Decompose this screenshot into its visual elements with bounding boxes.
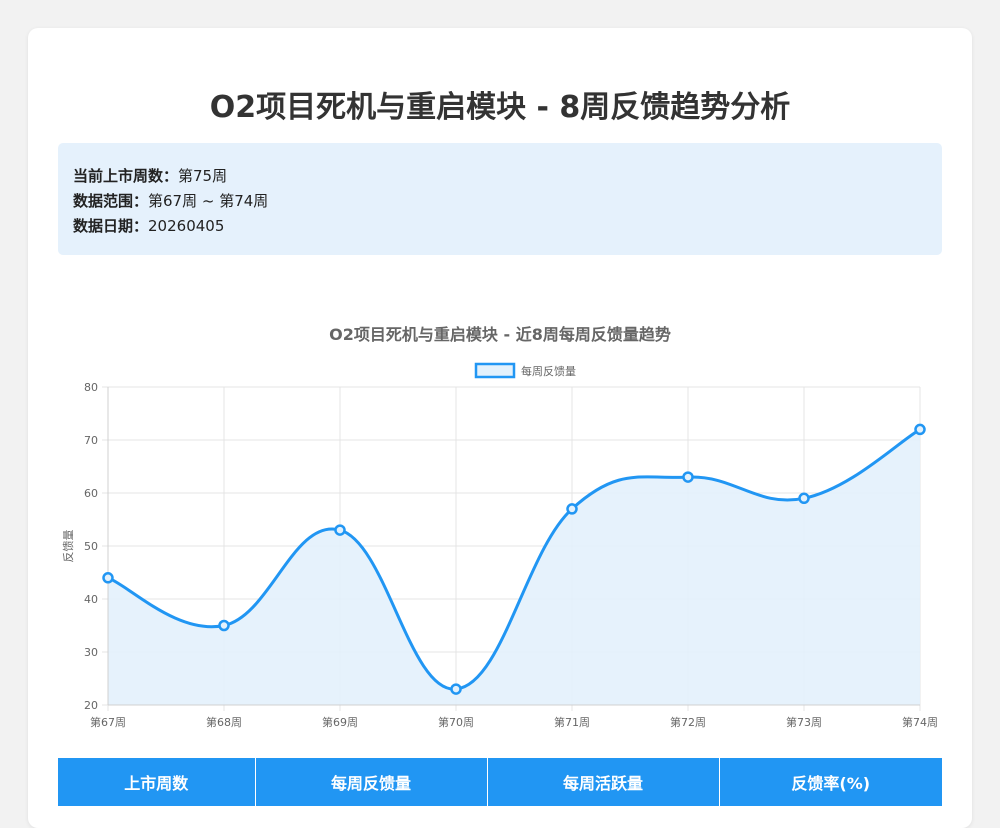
page-title: O2项目死机与重启模块 - 8周反馈趋势分析 <box>209 90 791 125</box>
data-point <box>450 683 462 695</box>
x-tick-label: 第74周 <box>902 715 938 729</box>
y-tick-label: 30 <box>84 646 98 659</box>
data-point <box>334 524 346 536</box>
y-axis-label: 反馈量 <box>62 530 75 563</box>
data-point <box>218 619 230 632</box>
y-tick-label: 20 <box>84 699 98 712</box>
table-header-week[interactable]: 上市周数 <box>58 758 256 806</box>
y-tick-label: 70 <box>84 434 98 447</box>
data-point <box>798 492 810 505</box>
chart-title: O2项目死机与重启模块 - 近8周每周反馈量趋势 <box>329 325 671 344</box>
table-header-row: 上市周数 每周反馈量 每周活跃量 反馈率(%) <box>58 758 942 806</box>
x-tick-label: 第68周 <box>206 715 242 729</box>
x-tick-label: 第73周 <box>786 715 822 729</box>
x-tick-label: 第70周 <box>438 715 474 729</box>
y-tick-label: 50 <box>84 540 98 553</box>
legend-swatch <box>474 362 516 379</box>
x-tick-label: 第69周 <box>322 715 358 729</box>
data-table: 上市周数 每周反馈量 每周活跃量 反馈率(%) <box>58 758 942 806</box>
data-point <box>914 423 926 436</box>
series-area <box>108 429 920 705</box>
table-header-feedback[interactable]: 每周反馈量 <box>255 758 488 806</box>
report-card: O2项目死机与重启模块 - 8周反馈趋势分析 当前上市周数：第75周 数据范围：… <box>28 28 972 828</box>
info-current-week: 当前上市周数：第75周 <box>73 167 228 185</box>
table-header-rate[interactable]: 反馈率(%) <box>719 758 942 806</box>
chart-svg: O2项目死机与重启模块 - 近8周每周反馈量趋势每周反馈量 20 30 40 50 60 7… <box>62 325 938 729</box>
trend-chart: O2项目死机与重启模块 - 近8周每周反馈量趋势每周反馈量 20 30 40 50 60 7… <box>58 283 942 733</box>
y-tick-label: 40 <box>84 593 98 606</box>
x-tick-label: 第67周 <box>90 715 126 729</box>
x-tick-label: 第72周 <box>670 715 706 729</box>
y-tick-label: 60 <box>84 487 98 500</box>
info-data-date: 数据日期：20260405 <box>73 217 225 235</box>
x-tick-label: 第71周 <box>554 715 590 729</box>
data-point <box>102 572 114 584</box>
info-box: 当前上市周数：第75周 数据范围：第67周 ~ 第74周 数据日期：202604… <box>58 143 942 255</box>
data-point <box>566 503 578 515</box>
info-data-range: 数据范围：第67周 ~ 第74周 <box>73 192 269 210</box>
legend-label: 每周反馈量 <box>521 364 576 378</box>
table-header-active[interactable]: 每周活跃量 <box>487 758 720 806</box>
data-point <box>682 471 694 483</box>
y-tick-label: 80 <box>84 381 98 394</box>
